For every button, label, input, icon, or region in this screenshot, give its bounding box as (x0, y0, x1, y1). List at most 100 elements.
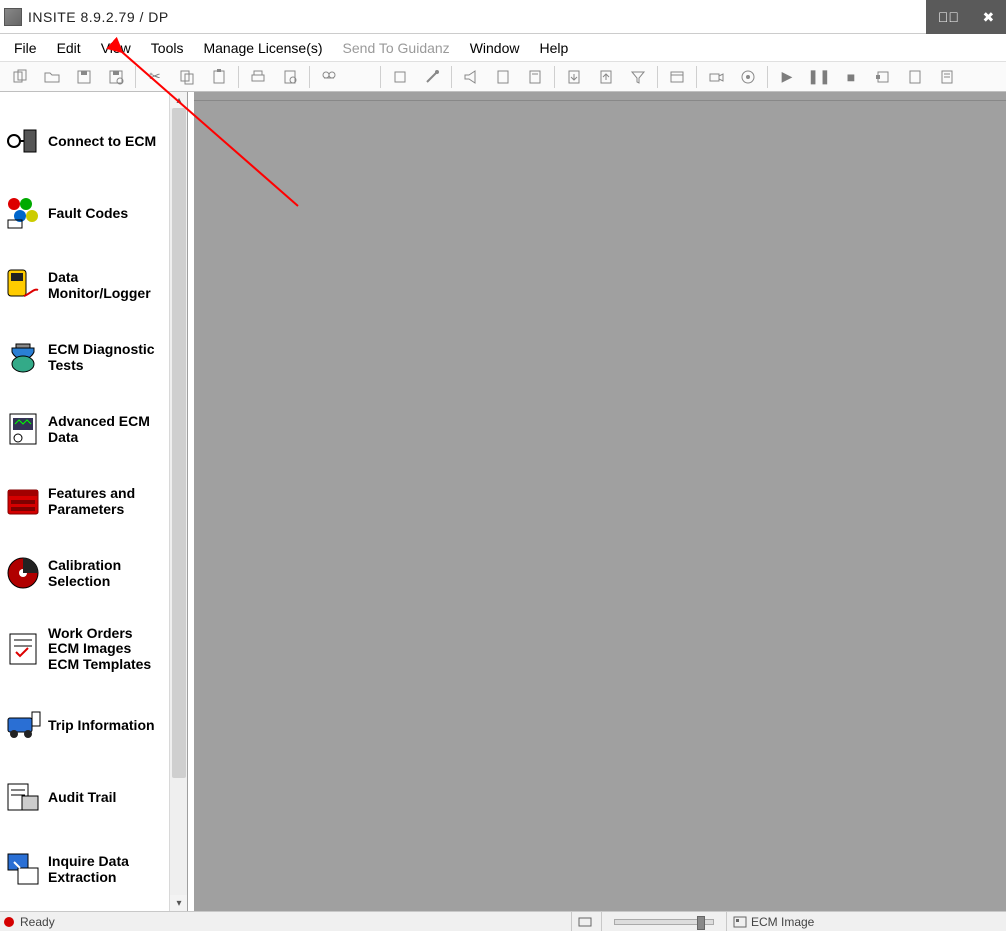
tb-wand[interactable] (418, 65, 446, 89)
tb-open[interactable] (38, 65, 66, 89)
sidebar-label: Data Monitor/Logger (48, 269, 166, 301)
sidebar-item-inquire-data[interactable]: Inquire Data Extraction (0, 830, 170, 902)
tb-print[interactable] (244, 65, 272, 89)
titlebar: INSITE 8.9.2.79 / DP ▶⃒ ✖ (0, 0, 1006, 34)
status-slider-pane (601, 912, 726, 931)
status-led-icon (4, 917, 14, 927)
mdi-content-area (194, 92, 1006, 911)
sidebar-item-work-orders[interactable]: Work OrdersECM ImagesECM Templates (0, 606, 170, 686)
sidebar-label: Audit Trail (48, 789, 116, 805)
tb-cut[interactable]: ✂ (141, 65, 169, 89)
menu-edit[interactable]: Edit (47, 36, 91, 60)
tb-report-import[interactable] (592, 65, 620, 89)
tb-find[interactable] (315, 65, 343, 89)
tb-doc2[interactable] (521, 65, 549, 89)
sidebar-label: ECM Diagnostic Tests (48, 341, 166, 373)
tb-find-next[interactable] (347, 65, 375, 89)
sidebar-label: Features and Parameters (48, 485, 166, 517)
sidebar-scrollbar[interactable]: ▴ ▾ (169, 92, 187, 911)
work-orders-icon (4, 630, 42, 668)
status-pane-1 (571, 912, 601, 931)
tb-paste[interactable] (205, 65, 233, 89)
advanced-ecm-icon (4, 410, 42, 448)
toolbar-separator (238, 66, 239, 88)
menubar: File Edit View Tools Manage License(s) S… (0, 34, 1006, 62)
tb-stop-icon[interactable]: ■ (837, 65, 865, 89)
window-buttons: ▶⃒ ✖ (926, 0, 1006, 34)
sidebar-label: Connect to ECM (48, 133, 156, 149)
tb-pause-icon[interactable]: ❚❚ (805, 65, 833, 89)
sidebar-label: Inquire Data Extraction (48, 853, 166, 885)
status-ready-text: Ready (20, 915, 55, 929)
sidebar-item-calibration[interactable]: Calibration Selection (0, 534, 170, 606)
status-ecm-image-pane: ECM Image (726, 912, 1006, 931)
workspace: Connect to ECM Fault Codes Data Monitor/… (0, 92, 1006, 911)
menu-manage-licenses[interactable]: Manage License(s) (193, 36, 332, 60)
toolbar-separator (380, 66, 381, 88)
sidebar-item-audit-trail[interactable]: Audit Trail (0, 758, 170, 830)
menu-file[interactable]: File (4, 36, 47, 60)
tb-window[interactable] (663, 65, 691, 89)
sidebar-label: Fault Codes (48, 205, 128, 221)
audit-trail-icon (4, 778, 42, 816)
tb-filter[interactable] (624, 65, 652, 89)
sidebar-item-data-monitor[interactable]: Data Monitor/Logger (0, 246, 170, 318)
sidebar-label: Calibration Selection (48, 557, 166, 589)
tb-report-export[interactable] (560, 65, 588, 89)
tb-save[interactable] (70, 65, 98, 89)
menu-window[interactable]: Window (460, 36, 530, 60)
tb-cal-select[interactable] (386, 65, 414, 89)
connect-ecm-icon (4, 122, 42, 160)
tb-save-as[interactable] (102, 65, 130, 89)
tb-play-icon[interactable]: ▶ (773, 65, 801, 89)
tb-announce[interactable] (457, 65, 485, 89)
toolbar-separator (657, 66, 658, 88)
tb-disc[interactable] (734, 65, 762, 89)
features-params-icon (4, 482, 42, 520)
tb-copy[interactable] (173, 65, 201, 89)
toolbar: ✂ ▶ ❚❚ ■ (0, 62, 1006, 92)
toolbar-separator (767, 66, 768, 88)
menu-view[interactable]: View (91, 36, 141, 60)
tb-doc1[interactable] (489, 65, 517, 89)
tb-record-icon[interactable] (869, 65, 897, 89)
sidebar-item-trip-info[interactable]: Trip Information (0, 686, 170, 758)
statusbar: Ready ECM Image (0, 911, 1006, 931)
menu-tools[interactable]: Tools (141, 36, 194, 60)
sidebar-item-obd-monitors[interactable]: OBD OBD Monitors (0, 902, 170, 911)
sidebar-item-connect-ecm[interactable]: Connect to ECM (0, 102, 170, 174)
sidebar-label: Trip Information (48, 717, 155, 733)
toolbar-separator (554, 66, 555, 88)
app-icon (4, 8, 22, 26)
sidebar-item-fault-codes[interactable]: Fault Codes (0, 174, 170, 246)
tb-properties-icon[interactable] (933, 65, 961, 89)
menu-send-to-guidanz: Send To Guidanz (333, 36, 460, 60)
fault-codes-icon (4, 194, 42, 232)
inquire-data-icon (4, 850, 42, 888)
sidebar-item-advanced-ecm[interactable]: Advanced ECM Data (0, 390, 170, 462)
sidebar-item-ecm-diagnostic[interactable]: ECM Diagnostic Tests (0, 318, 170, 390)
trip-info-icon (4, 706, 42, 744)
sidebar-label: Work OrdersECM ImagesECM Templates (48, 626, 151, 672)
scroll-down-icon[interactable]: ▾ (170, 895, 188, 911)
sidebar-label: Advanced ECM Data (48, 413, 166, 445)
scroll-up-icon[interactable]: ▴ (170, 92, 188, 108)
scroll-thumb[interactable] (172, 108, 186, 778)
tb-print-preview[interactable] (276, 65, 304, 89)
menu-help[interactable]: Help (529, 36, 578, 60)
tb-export-icon[interactable] (901, 65, 929, 89)
status-slider[interactable] (614, 919, 714, 925)
tb-camera[interactable] (702, 65, 730, 89)
sidebar: Connect to ECM Fault Codes Data Monitor/… (0, 92, 188, 911)
window-title: INSITE 8.9.2.79 / DP (28, 9, 169, 25)
tb-new-connection[interactable] (6, 65, 34, 89)
toolbar-separator (309, 66, 310, 88)
toolbar-separator (451, 66, 452, 88)
guide-icon[interactable]: ▶⃒ (938, 9, 959, 25)
close-icon[interactable]: ✖ (982, 9, 994, 26)
diagnostic-tests-icon (4, 338, 42, 376)
calibration-icon (4, 554, 42, 592)
sidebar-item-features-params[interactable]: Features and Parameters (0, 462, 170, 534)
toolbar-separator (696, 66, 697, 88)
status-ecm-image-text: ECM Image (751, 915, 814, 929)
